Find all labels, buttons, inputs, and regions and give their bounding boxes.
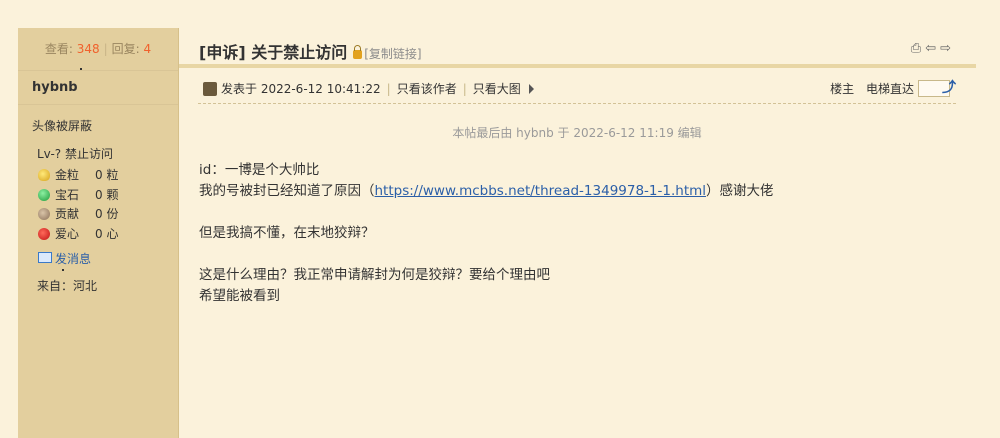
- expand-arrow-icon[interactable]: [528, 84, 534, 94]
- stat-value: 0 颗: [95, 188, 119, 202]
- copy-link[interactable]: [复制链接]: [364, 47, 421, 61]
- next-thread-icon[interactable]: ⇨: [940, 41, 955, 56]
- stat-label: 爱心: [55, 227, 80, 241]
- gold-nugget-icon: [38, 169, 50, 181]
- author-username[interactable]: hybnb: [32, 80, 78, 95]
- thread-link[interactable]: https://www.mcbbs.net/thread-1349978-1-1…: [375, 183, 707, 199]
- send-message-label: 发消息: [55, 252, 92, 266]
- post-line: 但是我搞不懂，在末地狡辩？: [199, 225, 375, 241]
- user-location: 来自：河北: [37, 279, 98, 293]
- post-line: id：一博是个大帅比: [199, 162, 320, 178]
- stat-label: 贡献: [55, 207, 80, 221]
- sidebar-divider: [18, 70, 178, 71]
- post-meta: 发表于 2022-6-12 10:41:22 | 只看该作者 | 只看大图: [203, 80, 534, 97]
- replies-label: 回复:: [111, 42, 140, 56]
- elevator-label: 电梯直达: [865, 82, 914, 96]
- meta-separator: [198, 103, 956, 104]
- sidebar-divider: [18, 104, 178, 105]
- post-line: 希望能被看到: [199, 288, 280, 304]
- mail-icon: [38, 252, 52, 263]
- post-content: id：一博是个大帅比 我的号被封已经知道了原因（https://www.mcbb…: [199, 160, 774, 307]
- stat-love: 爱心 0 心: [38, 225, 118, 243]
- only-author-link[interactable]: 只看该作者: [397, 82, 457, 96]
- views-label: 查看:: [44, 42, 73, 56]
- only-big-image-link[interactable]: 只看大图: [473, 82, 521, 96]
- stat-value: 0 心: [95, 227, 119, 241]
- stat-label: 金粒: [55, 168, 80, 182]
- lock-icon: [353, 45, 363, 59]
- post-line: 这是什么理由？我正常申请解封为何是狡辩？要给个理由吧: [199, 267, 550, 283]
- post-text: 我的号被封已经知道了原因（: [199, 183, 375, 199]
- stat-value: 0 粒: [95, 168, 119, 182]
- views-count: 348: [76, 42, 100, 56]
- stat-contribution: 贡献 0 份: [38, 205, 118, 223]
- stat-value: 0 份: [95, 207, 119, 221]
- stat-gold: 金粒 0 粒: [38, 166, 118, 184]
- meta-divider: |: [462, 82, 467, 96]
- last-edit-note: 本帖最后由 hybnb 于 2022-6-12 11:19 编辑: [452, 126, 702, 140]
- post-time: 发表于 2022-6-12 10:41:22: [221, 82, 381, 96]
- contribution-icon: [38, 208, 50, 220]
- online-status-icon: [203, 82, 217, 96]
- stat-gem: 宝石 0 颗: [38, 186, 118, 204]
- heart-apple-icon: [38, 228, 50, 240]
- send-message-link[interactable]: 发消息: [38, 250, 91, 267]
- thread-stats: 查看: 348 | 回复: 4: [18, 40, 178, 57]
- thread-title-bar: [申诉] 关于禁止访问 [复制链接] ⎙⇦⇨: [179, 28, 979, 64]
- thread-title-text: 关于禁止访问: [251, 43, 348, 62]
- decor-dot: [62, 269, 64, 271]
- author-sidebar: 查看: 348 | 回复: 4 hybnb 头像被屏蔽 Lv-? 禁止访问 金粒 0…: [18, 28, 179, 438]
- prev-thread-icon[interactable]: ⇦: [925, 41, 940, 56]
- replies-count: 4: [143, 42, 152, 56]
- thread-tools: ⎙⇦⇨: [911, 41, 955, 56]
- user-level[interactable]: Lv-? 禁止访问: [37, 145, 113, 162]
- print-icon[interactable]: ⎙: [911, 41, 925, 56]
- post-text: ）感谢大佬: [706, 183, 774, 199]
- stat-label: 宝石: [55, 188, 80, 202]
- emerald-icon: [38, 189, 50, 201]
- thread-prefix[interactable]: [申诉]: [199, 43, 246, 62]
- thread-title: [申诉] 关于禁止访问 [复制链接]: [199, 39, 422, 63]
- post-floor-tools: 楼主 电梯直达: [830, 80, 950, 97]
- stats-divider: |: [103, 42, 108, 56]
- title-divider: [179, 64, 976, 68]
- elevator-go-icon[interactable]: ⤴: [942, 77, 956, 97]
- post-line: 我的号被封已经知道了原因（https://www.mcbbs.net/threa…: [199, 181, 774, 202]
- meta-divider: |: [386, 82, 391, 96]
- floor-label: 楼主: [830, 82, 855, 96]
